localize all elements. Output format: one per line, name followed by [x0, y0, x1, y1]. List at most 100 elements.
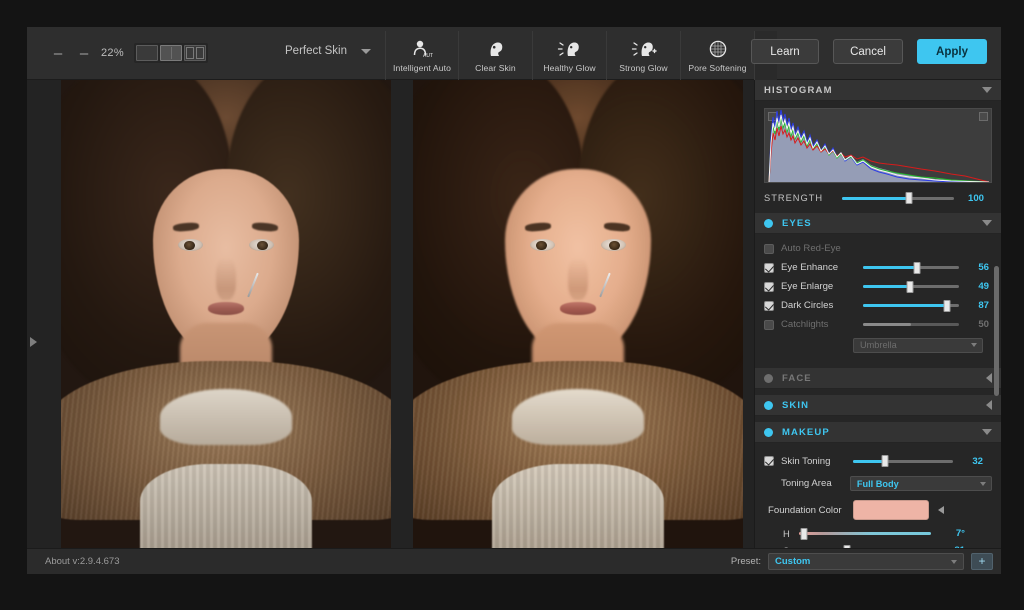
eyes-body: Auto Red-Eye Eye Enhance 56 Eye Enlarge [755, 234, 1001, 362]
section-header-eyes[interactable]: EYES [755, 213, 1001, 234]
slider-catchlights[interactable] [863, 319, 959, 331]
row-skin-toning[interactable]: Skin Toning 32 [755, 450, 1001, 472]
row-foundation-color[interactable]: Foundation Color [755, 495, 1001, 525]
strength-value: 100 [967, 192, 984, 204]
view-mode-side-by-side-button[interactable] [183, 45, 206, 61]
dropdown-value: Full Body [856, 478, 899, 489]
circle-texture-icon [707, 38, 729, 60]
toolbar-preset-name: Perfect Skin [285, 45, 347, 57]
row-eye-enhance[interactable]: Eye Enhance 56 [755, 258, 1001, 277]
view-mode-single-button[interactable] [135, 45, 158, 61]
dropdown-toning-area[interactable]: Full Body [849, 476, 992, 491]
checkbox-skin-toning[interactable] [764, 456, 774, 466]
head-clear-icon [485, 38, 507, 60]
makeup-body: Skin Toning 32 Toning Area Full Body Fou… [755, 443, 1001, 548]
section-enabled-dot-icon[interactable] [764, 427, 773, 437]
section-header-face[interactable]: FACE [755, 368, 1001, 389]
tool-healthy-glow[interactable]: Healthy Glow [533, 31, 607, 80]
toolbar-actions: Learn Cancel Apply [751, 39, 987, 64]
row-toning-area[interactable]: Toning Area Full Body [755, 472, 1001, 495]
section-title: HISTOGRAM [764, 84, 833, 96]
value-eye-enlarge: 49 [978, 281, 989, 292]
status-bar: About v:2.9.4.673 Preset: Custom + [27, 548, 1001, 574]
left-panel-expand-button[interactable] [27, 330, 40, 354]
side-right-icon [195, 47, 204, 59]
histogram-graph[interactable] [764, 108, 992, 183]
row-label: Toning Area [781, 478, 832, 489]
before-image-pane[interactable] [61, 80, 391, 548]
apply-button[interactable]: Apply [917, 39, 987, 64]
slider-skin-toning[interactable] [853, 455, 953, 467]
checkbox-eye-enlarge[interactable] [764, 281, 774, 292]
row-hue[interactable]: H 7° [755, 525, 1001, 542]
preset-dropdown[interactable]: Custom [768, 553, 964, 570]
row-catchlights[interactable]: Catchlights 50 [755, 315, 1001, 334]
zoom-out-button[interactable]: – [45, 41, 71, 65]
row-catchlight-style[interactable]: Umbrella [755, 334, 1001, 356]
adjustments-panel: HISTOGRAM STRENGTH 100 EYES Auto Red-Eye… [754, 80, 1001, 548]
add-preset-button[interactable]: + [971, 553, 993, 570]
strength-label: STRENGTH [764, 193, 824, 203]
row-label: Dark Circles [781, 300, 834, 311]
chevron-down-icon[interactable] [982, 429, 992, 435]
checkbox-dark-circles[interactable] [764, 300, 774, 311]
checkbox-catchlights[interactable] [764, 319, 774, 330]
section-enabled-dot-icon[interactable] [764, 373, 773, 383]
view-mode-group [133, 43, 208, 63]
row-eye-enlarge[interactable]: Eye Enlarge 49 [755, 277, 1001, 296]
chevron-left-icon[interactable] [986, 373, 992, 383]
chevron-down-icon [971, 343, 977, 347]
section-title: MAKEUP [782, 426, 830, 438]
checkbox-eye-enhance[interactable] [764, 262, 774, 273]
chevron-left-icon[interactable] [938, 506, 944, 514]
chevron-down-icon[interactable] [982, 87, 992, 93]
tool-label: Healthy Glow [543, 63, 596, 73]
dropdown-catchlight-style[interactable]: Umbrella [853, 337, 983, 353]
tool-clear-skin[interactable]: Clear Skin [459, 31, 533, 80]
section-enabled-dot-icon[interactable] [764, 400, 773, 410]
slider-dark-circles[interactable] [863, 299, 959, 312]
person-auto-icon: AUTO [411, 38, 433, 60]
checkbox-auto-red-eye[interactable] [764, 243, 774, 254]
section-enabled-dot-icon[interactable] [764, 218, 773, 228]
strength-slider[interactable] [842, 192, 954, 204]
cancel-button[interactable]: Cancel [833, 39, 903, 64]
zoom-in-button[interactable]: – [71, 41, 97, 65]
image-canvas[interactable] [27, 80, 754, 548]
slider-eye-enhance[interactable] [863, 261, 959, 274]
zoom-controls: – – 22% [45, 41, 208, 65]
application-window: – – 22% Perfect Skin AUT Intelligent Aut… [0, 0, 1024, 610]
portrait-photo-after [413, 80, 743, 548]
tool-intelligent-auto[interactable]: AUTO Intelligent Auto [385, 31, 459, 80]
tool-strong-glow[interactable]: Strong Glow [607, 31, 681, 80]
section-title: SKIN [782, 399, 810, 411]
view-mode-split-button[interactable] [159, 45, 182, 61]
row-dark-circles[interactable]: Dark Circles 87 [755, 296, 1001, 315]
learn-button[interactable]: Learn [751, 39, 819, 64]
preset-controls: Preset: Custom + [731, 553, 993, 570]
section-header-skin[interactable]: SKIN [755, 395, 1001, 416]
chevron-down-icon [951, 559, 957, 564]
chevron-left-icon[interactable] [986, 400, 992, 410]
tool-pore-softening[interactable]: Pore Softening [681, 31, 755, 80]
value-eye-enhance: 56 [978, 262, 989, 273]
foundation-color-swatch[interactable] [853, 500, 929, 520]
preset-value: Custom [775, 556, 811, 567]
chevron-down-icon[interactable] [982, 220, 992, 226]
slider-hue[interactable] [799, 527, 931, 540]
slider-eye-enlarge[interactable] [863, 280, 959, 293]
svg-text:AUTO: AUTO [423, 53, 433, 59]
toolbar: – – 22% Perfect Skin AUT Intelligent Aut… [27, 27, 1001, 80]
section-header-histogram[interactable]: HISTOGRAM [755, 80, 1001, 101]
tool-label: Clear Skin [475, 63, 516, 73]
panel-scrollbar[interactable] [994, 266, 999, 396]
about-version-label[interactable]: About v:2.9.4.673 [45, 556, 119, 567]
chevron-right-icon [29, 337, 37, 347]
after-image-pane[interactable] [413, 80, 743, 548]
value-catchlights: 50 [978, 319, 989, 330]
section-header-makeup[interactable]: MAKEUP [755, 422, 1001, 443]
chevron-down-icon [361, 48, 371, 54]
row-auto-red-eye[interactable]: Auto Red-Eye [755, 239, 1001, 258]
toolbar-preset-selector[interactable]: Perfect Skin [285, 45, 371, 57]
tool-label: Strong Glow [619, 63, 668, 73]
